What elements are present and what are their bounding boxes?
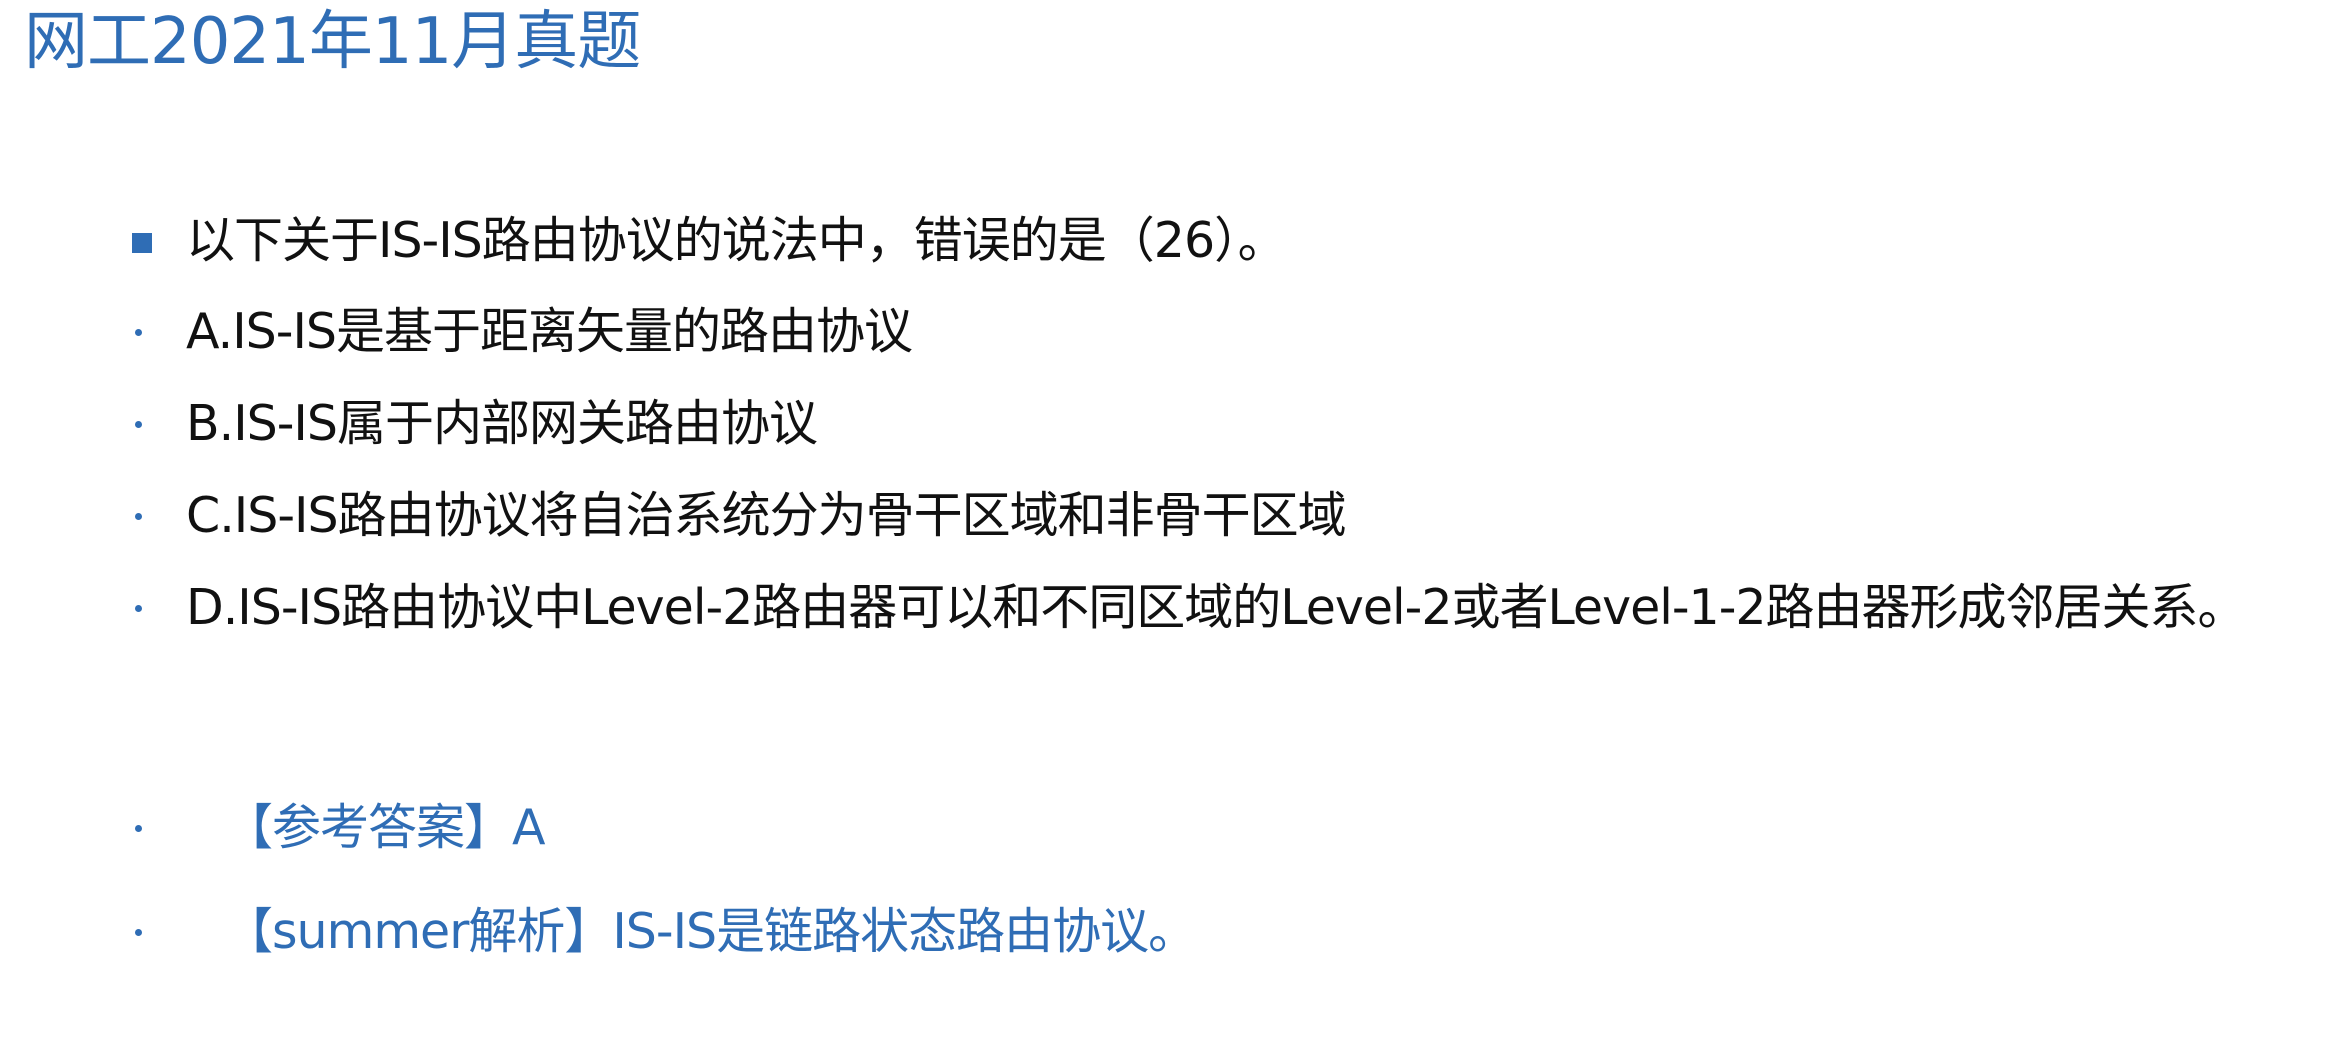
dot-bullet-icon bbox=[128, 902, 152, 962]
dot-bullet-icon bbox=[128, 798, 152, 858]
question-text: 以下关于IS-IS路由协议的说法中，错误的是（26）。 bbox=[186, 212, 1287, 269]
option-c-text: C.IS-IS路由协议将自治系统分为骨干区域和非骨干区域 bbox=[186, 487, 1347, 544]
dot-bullet-icon bbox=[128, 302, 152, 362]
option-a-text: A.IS-IS是基于距离矢量的路由协议 bbox=[186, 303, 913, 360]
dot-bullet-icon bbox=[128, 394, 152, 454]
slide-title: 网工2021年11月真题 bbox=[24, 5, 641, 79]
dot-bullet-icon bbox=[128, 578, 152, 638]
answer-text: 【参考答案】A bbox=[224, 799, 546, 856]
analysis-text: 【summer解析】IS-IS是链路状态路由协议。 bbox=[224, 903, 1197, 960]
dot-bullet-icon bbox=[128, 486, 152, 546]
option-d-text: D.IS-IS路由协议中Level-2路由器可以和不同区域的Level-2或者L… bbox=[186, 579, 2247, 636]
square-bullet-icon bbox=[128, 211, 152, 271]
option-b-text: B.IS-IS属于内部网关路由协议 bbox=[186, 395, 818, 452]
